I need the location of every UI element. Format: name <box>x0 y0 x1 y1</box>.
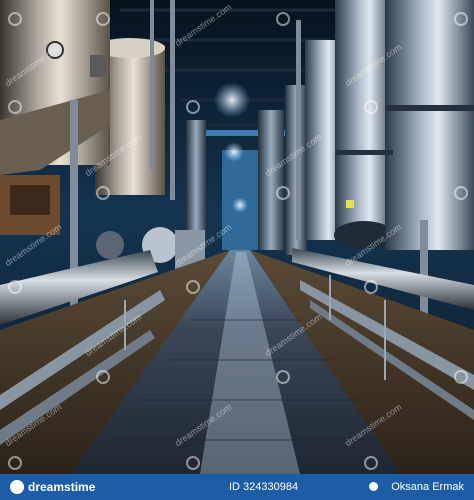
photo-scene: dreamstime.com dreamstime.com dreamstime… <box>0 0 474 474</box>
footer-bar: dreamstime ID 324330984 Oksana Ermak <box>0 474 474 500</box>
right-tank-large <box>385 0 474 250</box>
image-id: ID 324330984 <box>229 481 299 493</box>
ceiling-light <box>224 142 244 162</box>
tank-band <box>385 105 474 111</box>
tank-band <box>335 150 393 155</box>
author-name[interactable]: Oksana Ermak <box>391 481 464 493</box>
valve-box <box>90 55 106 77</box>
camera-icon <box>369 482 378 491</box>
distant-tank <box>186 120 206 240</box>
distant-tank <box>258 110 284 250</box>
ceiling-light <box>232 197 248 213</box>
ceiling-light <box>214 82 250 118</box>
footer-brand[interactable]: dreamstime <box>28 480 95 494</box>
pressure-gauge-icon <box>46 41 64 59</box>
tank-label <box>346 200 354 208</box>
dreamstime-logo-icon <box>10 480 24 494</box>
right-tank <box>335 0 393 240</box>
